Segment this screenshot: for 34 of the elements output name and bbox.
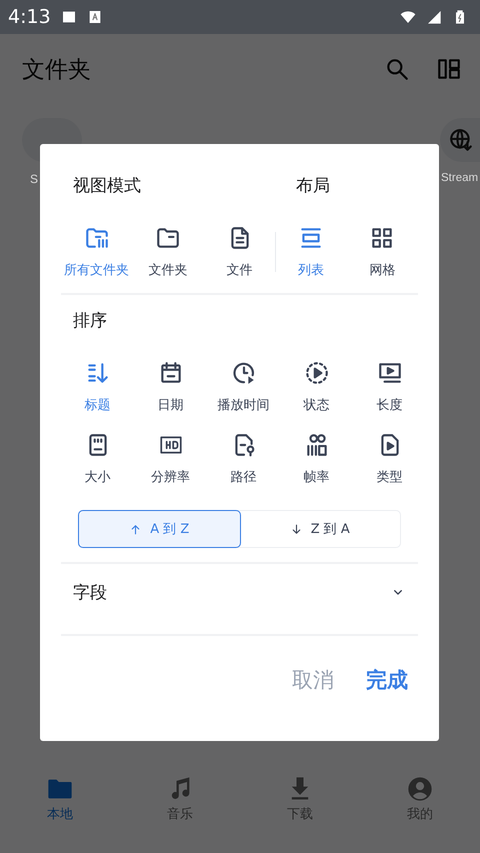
section-title: 布局 xyxy=(296,175,330,197)
page-title: 文件夹 xyxy=(22,56,91,84)
image-icon xyxy=(60,9,77,25)
option-button[interactable]: 帧率 xyxy=(280,432,353,486)
option-button[interactable]: 大小 xyxy=(61,432,134,486)
fields-dropdown[interactable]: 字段 xyxy=(61,564,418,620)
chip-label: Stream xyxy=(441,172,478,184)
clock-time: 4:13 xyxy=(8,6,51,28)
option-button[interactable]: 所有文件夹 xyxy=(61,225,132,279)
option-button[interactable]: 状态 xyxy=(280,360,353,414)
sort-order-button[interactable]: Z 到 A xyxy=(240,511,400,547)
font-icon xyxy=(86,9,103,25)
play-circle-icon xyxy=(304,360,330,386)
sort-order-button[interactable]: A 到 Z xyxy=(78,510,240,548)
option-button[interactable]: 分辨率 xyxy=(134,432,207,486)
section-title: 视图模式 xyxy=(73,175,142,197)
option-button[interactable]: 文件 xyxy=(204,225,276,279)
done-button[interactable]: 完成 xyxy=(364,662,410,698)
signal-icon xyxy=(426,9,442,25)
clock-icon xyxy=(230,360,256,386)
option-button[interactable]: 路径 xyxy=(207,432,280,486)
option-button[interactable]: 网格 xyxy=(346,225,418,279)
option-button[interactable]: 播放时间 xyxy=(207,360,280,414)
option-button[interactable]: 长度 xyxy=(353,360,426,414)
globe-icon[interactable] xyxy=(448,127,474,153)
option-button[interactable]: 标题 xyxy=(61,360,134,414)
chip-label: S xyxy=(30,172,38,186)
section-title: 排序 xyxy=(72,310,108,332)
option-button[interactable]: 类型 xyxy=(353,432,426,486)
wifi-icon xyxy=(400,9,416,25)
profile-icon xyxy=(406,775,434,803)
option-button[interactable]: 文件夹 xyxy=(132,225,204,279)
option-button[interactable]: 日期 xyxy=(134,360,207,414)
option-button[interactable]: 列表 xyxy=(275,225,347,279)
